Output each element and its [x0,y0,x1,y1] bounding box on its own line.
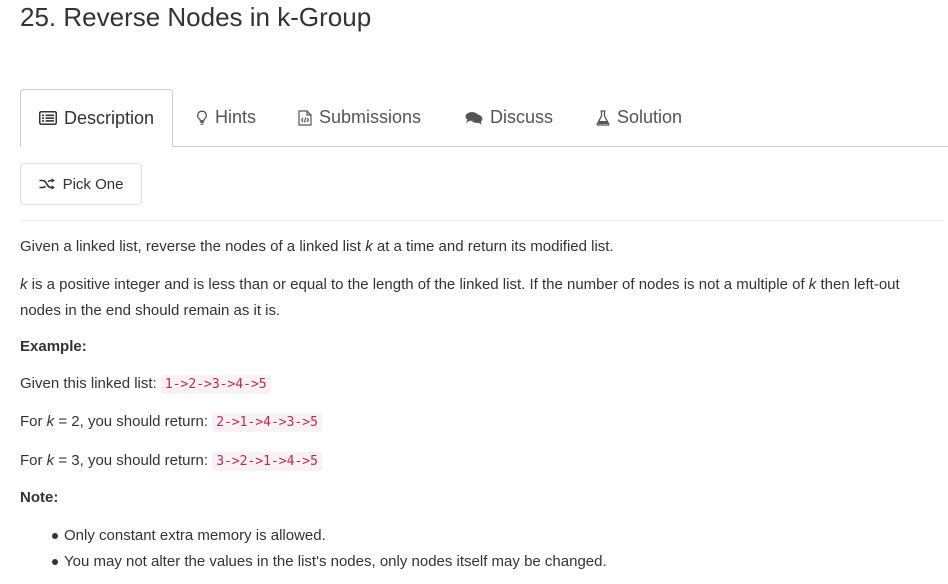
tab-bar: Description Hints Submissions Discuss So… [20,89,948,147]
tab-hints[interactable]: Hints [196,89,256,146]
k2-result-code: 2->1->4->3->5 [212,413,322,432]
tab-description-label: Description [63,107,155,128]
tab-solution[interactable]: Solution [596,89,682,146]
example-k3: For k = 3, you should return: 3->2->1->4… [20,448,322,475]
tab-solution-label: Solution [617,107,683,127]
intro-paragraph: Given a linked list, reverse the nodes o… [20,234,614,260]
k3-result-code: 3->2->1->4->5 [212,452,322,471]
k3-suffix: = 3, you should return: [54,452,213,469]
pick-one-label: Pick One [62,175,124,193]
tab-submissions-label: Submissions [319,107,422,127]
page-title: 25. Reverse Nodes in k-Group [20,2,372,32]
divider [20,220,944,221]
notes-list: Only constant extra memory is allowed. Y… [20,523,607,575]
note-heading: Note: [20,489,59,506]
random-icon [39,178,55,190]
example-heading: Example: [20,338,87,355]
lightbulb-icon [196,110,208,126]
constraint-paragraph: k is a positive integer and is less than… [20,272,944,324]
pick-one-button[interactable]: Pick One [20,163,142,205]
example-given: Given this linked list: 1->2->3->4->5 [20,371,271,398]
k2-prefix: For [20,413,47,430]
code-file-icon [298,109,312,126]
tab-hints-label: Hints [215,107,257,127]
k-variable: k [365,238,373,255]
intro-text-start: Given a linked list, reverse the nodes o… [20,238,366,255]
comments-icon [465,111,483,125]
k2-suffix: = 2, you should return: [54,413,213,430]
list-item: You may not alter the values in the list… [52,549,607,575]
list-item: Only constant extra memory is allowed. [52,523,607,549]
constraint-text-start: is a positive integer and is less than o… [27,276,809,293]
tab-discuss[interactable]: Discuss [465,89,553,146]
example-k2: For k = 2, you should return: 2->1->4->3… [20,409,322,436]
k3-prefix: For [20,452,47,469]
tab-submissions[interactable]: Submissions [298,89,421,146]
given-list-code: 1->2->3->4->5 [160,375,271,394]
list-alt-icon [38,111,57,125]
tab-description[interactable]: Description [20,89,173,147]
flask-icon [596,109,610,126]
given-label: Given this linked list: [20,375,161,392]
k-variable: k [20,276,28,293]
intro-text-end: at a time and return its modified list. [372,238,614,255]
tab-discuss-label: Discuss [490,107,554,127]
